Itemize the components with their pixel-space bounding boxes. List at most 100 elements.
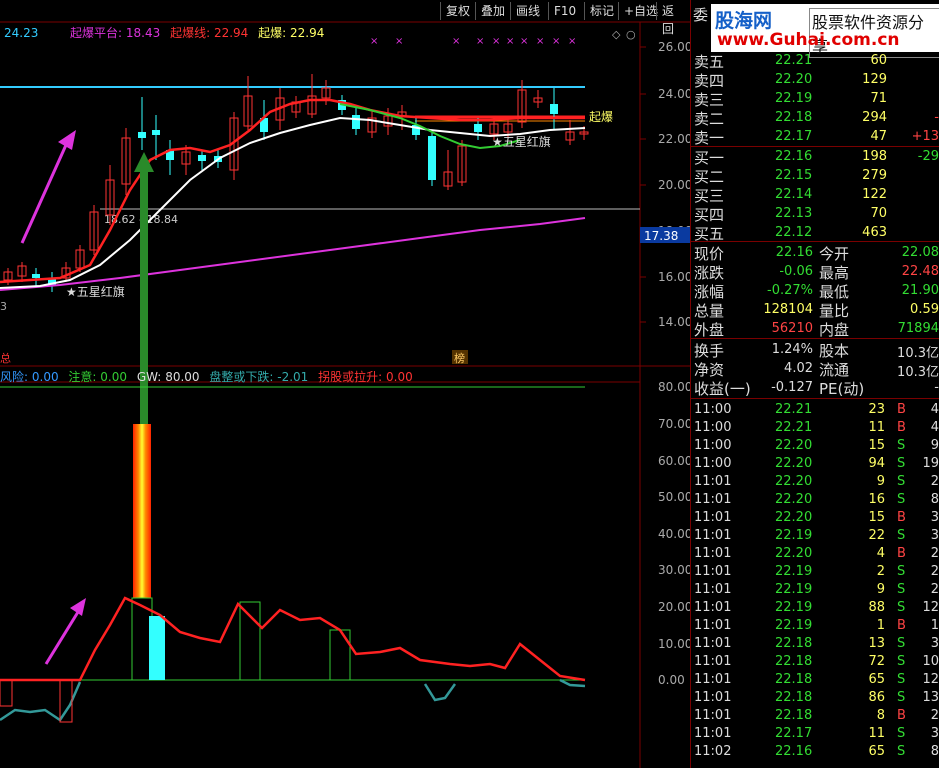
tick-row: 11:01 22.19 2 S 2 <box>691 563 939 581</box>
quote-panel: 委 股海网 股票软件资源分享 www.Guhai.com.cn 卖五 22.21… <box>690 0 939 768</box>
tick-count: 3 <box>930 726 939 741</box>
svg-text:22.00: 22.00 <box>658 132 690 146</box>
stat-value: -0.27% <box>767 283 813 298</box>
ask-row[interactable]: 卖五 22.21 60 <box>691 52 939 71</box>
tick-price: 22.17 <box>775 726 813 741</box>
svg-text:26.00: 26.00 <box>658 40 690 54</box>
tick-time: 11:01 <box>694 582 732 597</box>
bid-volume: 198 <box>862 149 887 164</box>
bid-label: 买一 <box>694 149 725 167</box>
bid-row[interactable]: 买三 22.14 122 <box>691 186 939 205</box>
ask-row[interactable]: 卖三 22.19 71 <box>691 90 939 109</box>
fundamental-value-2: 10.3亿 <box>897 346 939 361</box>
svg-text:×: × <box>568 36 576 47</box>
tick-count: 2 <box>930 474 939 489</box>
bid-row[interactable]: 买一 22.16 198 -29 <box>691 148 939 167</box>
fundamental-value: 4.02 <box>784 361 813 376</box>
tick-volume: 86 <box>868 690 885 705</box>
tick-row: 11:01 22.19 22 S 3 <box>691 527 939 545</box>
svg-text:10.00: 10.00 <box>658 637 690 651</box>
tick-side: S <box>897 726 906 741</box>
ask-label: 卖一 <box>694 129 725 147</box>
burst-signal-bar <box>133 424 151 598</box>
bid-row[interactable]: 买二 22.15 279 <box>691 167 939 186</box>
svg-text:0.00: 0.00 <box>658 673 685 687</box>
tick-row: 11:00 22.21 11 B 4 <box>691 419 939 437</box>
tick-time: 11:01 <box>694 528 732 543</box>
rally-value: 0.00 <box>386 370 413 384</box>
tick-side: S <box>897 636 906 651</box>
tick-time: 11:02 <box>694 744 732 759</box>
bid-price: 22.12 <box>775 225 813 240</box>
circle-icon[interactable]: ○ <box>626 28 636 41</box>
ask-label: 卖五 <box>694 53 725 71</box>
tick-row: 11:00 22.21 23 B 4 <box>691 401 939 419</box>
tick-price: 22.19 <box>775 528 813 543</box>
stat-label: 总量 <box>694 302 725 320</box>
stat-label-2: 最低 <box>819 283 850 301</box>
tick-price: 22.19 <box>775 600 813 615</box>
consolidate-label: 盘整或下跌: <box>209 370 274 384</box>
tick-time: 11:01 <box>694 654 732 669</box>
bid-price: 22.14 <box>775 187 813 202</box>
indicator-red-line <box>0 596 586 682</box>
tick-volume: 65 <box>868 744 885 759</box>
tick-price: 22.19 <box>775 564 813 579</box>
ask-volume: 129 <box>862 72 887 87</box>
ask-row[interactable]: 卖一 22.17 47 +13 <box>691 128 939 147</box>
fundamental-row: 收益(一) -0.127 PE(动) - <box>691 379 939 398</box>
svg-text:×: × <box>492 36 500 47</box>
tick-price: 22.18 <box>775 690 813 705</box>
stat-label: 涨幅 <box>694 283 725 301</box>
price-marker: 17.38 <box>644 229 678 243</box>
tick-volume: 16 <box>868 492 885 507</box>
indicator-title: 风险: 0.00 注意: 0.00 GW: 80.00 盘整或下跌: -2.01… <box>0 368 413 385</box>
diamond-icon[interactable]: ◇ <box>612 28 621 41</box>
stat-value: -0.06 <box>779 264 813 279</box>
tick-side: B <box>897 618 906 633</box>
bid-row[interactable]: 买四 22.13 70 <box>691 205 939 224</box>
stat-row: 现价 22.16 今开 22.08 <box>691 244 939 263</box>
ask-volume: 71 <box>870 91 887 106</box>
ask-change: +13 <box>911 129 939 144</box>
tick-row: 11:01 22.20 16 S 8 <box>691 491 939 509</box>
svg-text:×: × <box>452 36 460 47</box>
tick-time: 11:01 <box>694 492 732 507</box>
ask-row[interactable]: 卖二 22.18 294 - <box>691 109 939 128</box>
bid-price: 22.16 <box>775 149 813 164</box>
svg-text:×: × <box>395 36 403 47</box>
fundamental-value: -0.127 <box>771 380 813 395</box>
stat-row: 涨幅 -0.27% 最低 21.90 <box>691 282 939 301</box>
tick-volume: 72 <box>868 654 885 669</box>
price-axis: 26.00 24.00 22.00 20.00 18.00 16.00 14.0… <box>640 40 690 329</box>
svg-text:30.00: 30.00 <box>658 563 690 577</box>
tick-side: S <box>897 474 906 489</box>
bid-volume: 463 <box>862 225 887 240</box>
star-flag-label-2: ★五星红旗 <box>492 134 551 149</box>
tick-row: 11:01 22.18 65 S 12 <box>691 671 939 689</box>
fundamental-row: 换手 1.24% 股本 10.3亿 <box>691 341 939 361</box>
svg-text:16.00: 16.00 <box>658 270 690 284</box>
bid-price: 22.13 <box>775 206 813 221</box>
stat-label: 涨跌 <box>694 264 725 282</box>
tick-row: 11:01 22.18 8 B 2 <box>691 707 939 725</box>
tick-price: 22.21 <box>775 420 813 435</box>
tick-volume: 13 <box>868 636 885 651</box>
tick-price: 22.18 <box>775 654 813 669</box>
ask-change: - <box>934 110 939 125</box>
ask-volume: 294 <box>862 110 887 125</box>
fundamental-label: 换手 <box>694 342 725 360</box>
stat-value: 22.16 <box>775 245 813 260</box>
indicator-teal-line-2 <box>423 683 457 702</box>
stat-value-2: 22.48 <box>901 264 939 279</box>
tick-row: 11:02 22.16 65 S 8 <box>691 743 939 761</box>
tick-count: 13 <box>922 690 939 705</box>
tick-time: 11:01 <box>694 546 732 561</box>
stat-label-2: 量比 <box>819 302 850 320</box>
fundamental-value-2: - <box>934 380 939 395</box>
bid-row[interactable]: 买五 22.12 463 <box>691 224 939 243</box>
stat-label: 外盘 <box>694 321 725 339</box>
tick-time: 11:01 <box>694 636 732 651</box>
ask-row[interactable]: 卖四 22.20 129 <box>691 71 939 90</box>
wei-label: 委 <box>693 6 709 24</box>
